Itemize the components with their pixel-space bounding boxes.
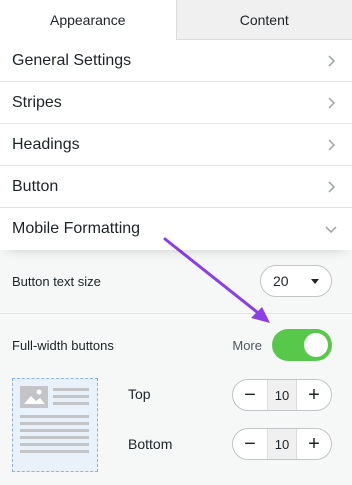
settings-accordion: General Settings Stripes Headings Button… <box>0 40 352 250</box>
chevron-right-icon <box>322 178 340 196</box>
more-label[interactable]: More <box>232 338 262 353</box>
divider <box>0 313 352 314</box>
full-width-buttons-label: Full-width buttons <box>12 337 114 353</box>
content-preview-icon <box>20 386 89 453</box>
increment-button[interactable]: + <box>297 380 331 410</box>
section-stripes[interactable]: Stripes <box>0 82 352 124</box>
section-button[interactable]: Button <box>0 166 352 208</box>
top-padding-label: Top <box>128 386 151 402</box>
toggle-knob <box>304 333 328 357</box>
tab-content[interactable]: Content <box>176 0 352 40</box>
top-padding-value[interactable]: 10 <box>267 380 297 410</box>
bottom-padding-value[interactable]: 10 <box>267 429 297 459</box>
section-label: Mobile Formatting <box>12 220 141 237</box>
mobile-formatting-panel: Button text size 20 Full-width buttons M… <box>0 250 352 485</box>
full-width-toggle[interactable] <box>272 329 332 361</box>
section-headings[interactable]: Headings <box>0 124 352 166</box>
chevron-down-icon <box>322 220 340 238</box>
section-general-settings[interactable]: General Settings <box>0 40 352 82</box>
section-mobile-formatting[interactable]: Mobile Formatting <box>0 208 352 250</box>
bottom-padding-stepper: − 10 + <box>232 428 332 460</box>
chevron-right-icon <box>322 136 340 154</box>
button-text-size-label: Button text size <box>12 273 101 289</box>
top-padding-stepper: − 10 + <box>232 379 332 411</box>
button-text-size-select[interactable]: 20 <box>260 265 332 297</box>
tab-appearance[interactable]: Appearance <box>0 0 177 40</box>
decrement-button[interactable]: − <box>233 429 267 459</box>
chevron-right-icon <box>322 52 340 70</box>
decrement-button[interactable]: − <box>233 380 267 410</box>
bottom-padding-label: Bottom <box>128 436 173 452</box>
tab-bar: Appearance Content <box>0 0 352 40</box>
padding-preview-image <box>12 378 98 472</box>
section-label: Button <box>12 177 59 195</box>
full-width-buttons-row: Full-width buttons More <box>0 329 352 361</box>
increment-button[interactable]: + <box>297 429 331 459</box>
select-value: 20 <box>273 273 289 289</box>
section-label: Stripes <box>12 93 62 111</box>
caret-down-icon <box>311 279 319 284</box>
button-text-size-row: Button text size 20 <box>0 265 352 297</box>
section-label: Headings <box>12 135 80 153</box>
section-label: General Settings <box>12 51 132 69</box>
chevron-right-icon <box>322 94 340 112</box>
